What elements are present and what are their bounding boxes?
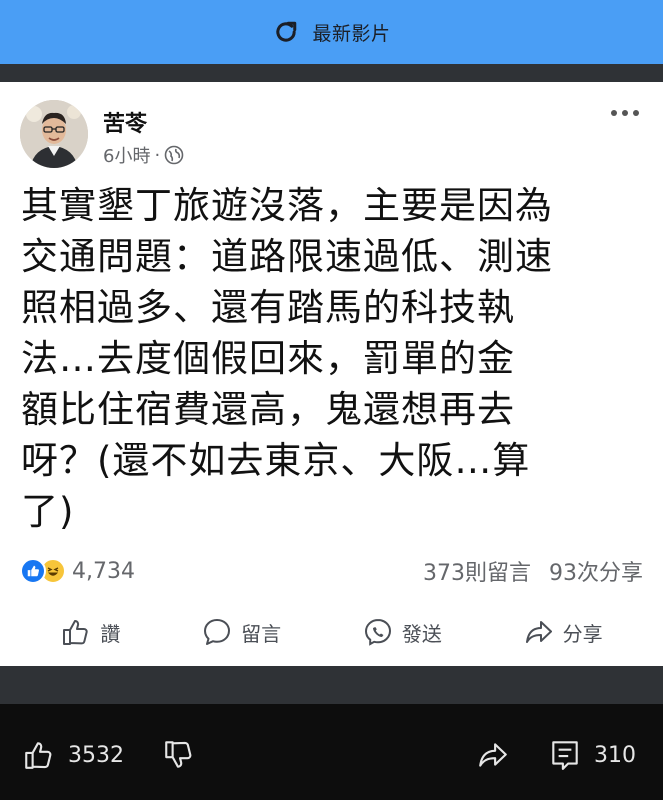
meta-separator: · <box>154 144 161 166</box>
comment-bubble-icon <box>204 619 231 645</box>
send-label: 發送 <box>401 621 442 646</box>
post-text-line: 額比住宿費還高，鬼還想再去 <box>21 388 515 431</box>
reaction-count: 4,734 <box>72 558 135 584</box>
post-text-line: 法…去度個假回來，罰單的金 <box>21 337 515 380</box>
send-button[interactable]: 發送 <box>362 616 442 648</box>
globe-icon <box>164 145 184 165</box>
comment-box-icon <box>552 741 578 770</box>
like-icon <box>20 558 46 584</box>
author-name[interactable]: 苦苓 <box>103 106 147 138</box>
video-like-count: 3532 <box>68 742 124 768</box>
video-share-button[interactable] <box>476 738 510 772</box>
more-dot <box>611 110 617 116</box>
video-action-bar: 3532 310 <box>0 704 663 800</box>
header-divider <box>0 64 663 82</box>
avatar[interactable] <box>20 100 88 168</box>
share-arrow-icon <box>479 743 507 767</box>
post-time[interactable]: 6小時 <box>103 142 150 168</box>
post-text-line: 呀？(還不如去東京、大阪…算 <box>21 439 531 482</box>
video-comments-button[interactable]: 310 <box>548 738 636 772</box>
more-dot <box>633 110 639 116</box>
post-text-line: 了) <box>21 490 75 533</box>
like-button[interactable]: 讚 <box>60 616 120 648</box>
header-bar: 最新影片 <box>0 0 663 64</box>
comment-label: 留言 <box>241 621 282 646</box>
video-dislike-button[interactable] <box>162 738 196 772</box>
video-like-button[interactable]: 3532 <box>22 738 124 772</box>
share-arrow-icon <box>525 621 552 643</box>
more-dot <box>622 110 628 116</box>
thumbs-up-icon <box>25 742 52 769</box>
post-meta: 6小時 · <box>103 142 184 168</box>
messenger-icon <box>364 618 391 646</box>
reactions-summary[interactable]: 4,734 <box>20 558 135 584</box>
post-stats: 4,734 373則留言 93次分享 <box>20 556 643 586</box>
refresh-icon[interactable] <box>272 18 300 46</box>
post-actions: 讚 留言 發送 分享 <box>0 610 663 654</box>
like-label: 讚 <box>100 621 121 646</box>
thumbs-up-icon <box>63 620 89 645</box>
more-options-button[interactable] <box>611 110 639 116</box>
video-comment-count: 310 <box>594 742 636 768</box>
post-card: 苦苓 6小時 · 其實墾丁旅遊沒落，主要是因為 交通問題：道路限速過低、測速 照… <box>0 82 663 666</box>
comment-button[interactable]: 留言 <box>201 616 281 648</box>
post-text: 其實墾丁旅遊沒落，主要是因為 交通問題：道路限速過低、測速 照相過多、還有踏馬的… <box>21 180 649 537</box>
header-title[interactable]: 最新影片 <box>312 19 390 46</box>
share-button[interactable]: 分享 <box>523 616 603 648</box>
post-text-line: 照相過多、還有踏馬的科技執 <box>21 286 515 329</box>
share-label: 分享 <box>562 621 603 646</box>
share-count[interactable]: 93次分享 <box>549 555 643 587</box>
bottom-divider <box>0 666 663 704</box>
comment-count[interactable]: 373則留言 <box>423 555 531 587</box>
post-text-line: 其實墾丁旅遊沒落，主要是因為 <box>21 184 553 227</box>
engagement-counts: 373則留言 93次分享 <box>423 555 643 587</box>
post-text-line: 交通問題：道路限速過低、測速 <box>21 235 553 278</box>
thumbs-down-icon <box>165 741 192 768</box>
